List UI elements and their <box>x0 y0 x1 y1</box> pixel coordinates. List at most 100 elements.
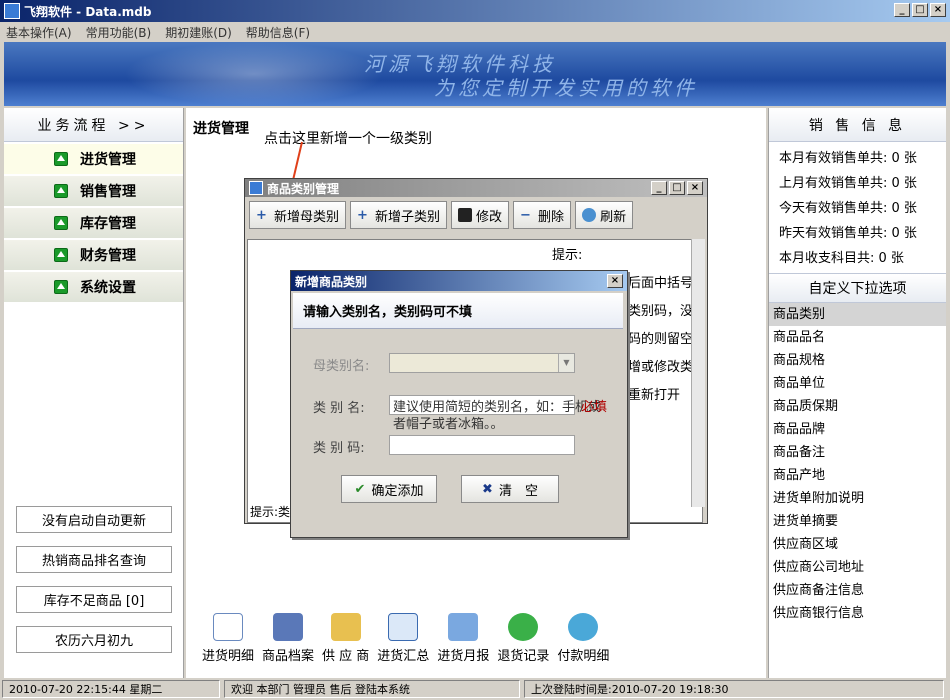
save-icon <box>458 208 473 222</box>
lunar-date-button[interactable]: 农历六月初九 <box>16 626 172 653</box>
dropdown-option[interactable]: 商品质保期 <box>769 395 946 418</box>
right-panel: 销 售 信 息 本月有效销售单共: 0 张 上月有效销售单共: 0 张 今天有效… <box>768 108 946 678</box>
payment-detail-button[interactable]: 付款明细 <box>557 613 609 664</box>
dropdown-option[interactable]: 商品类别 <box>769 303 946 326</box>
low-stock-button[interactable]: 库存不足商品 [0] <box>16 586 172 613</box>
delete-button[interactable]: − 删除 <box>513 201 572 229</box>
purchase-detail-button[interactable]: 进货明细 <box>202 613 254 664</box>
custom-options-list: 商品类别 商品品名 商品规格 商品单位 商品质保期 商品品牌 商品备注 商品产地 进货单附加说明… <box>769 303 946 625</box>
parent-category-select[interactable]: ▼ <box>389 353 575 373</box>
return-record-button[interactable]: 退货记录 <box>497 613 549 664</box>
status-bar: 2010-07-20 22:15:44 星期二 欢迎 本部门 管理员 售后 登陆… <box>0 678 950 700</box>
dropdown-option[interactable]: 进货单摘要 <box>769 510 946 533</box>
banner-decoration <box>124 42 384 106</box>
supplier-button[interactable]: 供 应 商 <box>322 613 369 664</box>
dialog-titlebar: 新增商品类别 <box>291 271 627 291</box>
dialog-close-button[interactable]: × <box>607 274 623 288</box>
add-category-dialog: 新增商品类别 × 请输入类别名，类别码可不填 母类别名: ▼ 类 别 名: 建议… <box>290 270 628 538</box>
purchase-summary-button[interactable]: 进货汇总 <box>377 613 429 664</box>
dropdown-option[interactable]: 供应商备注信息 <box>769 579 946 602</box>
ledger-this-month: 本月收支科目共: 0 张 <box>779 251 904 266</box>
purchase-monthly-button[interactable]: 进货月报 <box>437 613 489 664</box>
dropdown-option[interactable]: 商品品名 <box>769 326 946 349</box>
menu-bar: 基本操作(A) 常用功能(B) 期初建账(D) 帮助信息(F) <box>0 22 950 42</box>
nav-purchase[interactable]: 进货管理 <box>4 144 183 174</box>
dropdown-option[interactable]: 商品备注 <box>769 441 946 464</box>
window-title: 飞翔软件 - Data.mdb <box>24 4 152 19</box>
up-arrow-icon <box>54 280 68 294</box>
close-button[interactable]: × <box>687 181 703 195</box>
maximize-button[interactable]: □ <box>912 3 928 17</box>
menu-basic-ops[interactable]: 基本操作(A) <box>6 24 72 41</box>
x-icon: ✖ <box>482 481 493 497</box>
dropdown-option[interactable]: 商品单位 <box>769 372 946 395</box>
required-marker: 必填 <box>581 400 608 415</box>
app-icon <box>249 181 263 195</box>
tools-icon <box>273 613 304 641</box>
dropdown-option[interactable]: 商品品牌 <box>769 418 946 441</box>
refresh-icon <box>582 208 597 222</box>
nav-inventory[interactable]: 库存管理 <box>4 208 183 238</box>
dropdown-option[interactable]: 商品规格 <box>769 349 946 372</box>
hierarchy-icon <box>448 613 479 641</box>
auto-update-button[interactable]: 没有启动自动更新 <box>16 506 172 533</box>
category-name-placeholder: 建议使用简短的类别名，如：手机或者帽子或者冰箱。。 <box>393 400 602 432</box>
chevron-down-icon: ▼ <box>558 354 574 372</box>
plus-icon: + <box>256 208 267 223</box>
category-name-label: 类 别 名: <box>313 401 365 416</box>
up-arrow-icon <box>54 184 68 198</box>
dropdown-option[interactable]: 供应商银行信息 <box>769 602 946 625</box>
menu-opening-setup[interactable]: 期初建账(D) <box>165 24 232 41</box>
quick-tools: 进货明细 商品档案 供 应 商 进货汇总 进货月报 退货记录 付款明细 <box>186 600 766 678</box>
category-toolbar: + 新增母类别 + 新增子类别 修改 − 删除 刷新 <box>249 201 634 235</box>
list-icon <box>213 613 243 641</box>
check-icon: ✔ <box>354 481 366 497</box>
custom-dropdown-title: 自定义下拉选项 <box>769 273 946 303</box>
edit-button[interactable]: 修改 <box>451 201 510 229</box>
category-code-label: 类 别 码: <box>313 441 365 456</box>
parent-category-label: 母类别名: <box>313 359 370 374</box>
dropdown-option[interactable]: 商品产地 <box>769 464 946 487</box>
product-archive-button[interactable]: 商品档案 <box>262 613 314 664</box>
up-arrow-icon <box>54 248 68 262</box>
sales-info: 本月有效销售单共: 0 张 上月有效销售单共: 0 张 今天有效销售单共: 0 … <box>769 142 946 271</box>
nav-sales[interactable]: 销售管理 <box>4 176 183 206</box>
flow-title[interactable]: 业务流程 >> <box>4 108 183 142</box>
return-icon <box>508 613 539 641</box>
minimize-button[interactable]: _ <box>894 3 910 17</box>
people-icon <box>330 613 361 641</box>
menu-common-functions[interactable]: 常用功能(B) <box>86 24 152 41</box>
maximize-button[interactable]: □ <box>669 181 685 195</box>
status-last-login: 上次登陆时间是: 2010-07-20 19:18:30 <box>524 680 944 698</box>
sales-last-month: 上月有效销售单共: 0 张 <box>779 176 917 191</box>
title-bar: 飞翔软件 - Data.mdb _ □ × <box>0 0 950 22</box>
category-status: 提示:类 <box>250 505 291 519</box>
refresh-button[interactable]: 刷新 <box>575 201 634 229</box>
nav-settings[interactable]: 系统设置 <box>4 272 183 302</box>
minimize-button[interactable]: _ <box>651 181 667 195</box>
dropdown-option[interactable]: 供应商区域 <box>769 533 946 556</box>
plus-icon: + <box>357 208 368 223</box>
dropdown-option[interactable]: 进货单附加说明 <box>769 487 946 510</box>
up-arrow-icon <box>54 216 68 230</box>
banner: 河源飞翔软件科技 为您定制开发实用的软件 <box>4 42 946 106</box>
dialog-header: 请输入类别名，类别码可不填 <box>293 293 623 329</box>
close-button[interactable]: × <box>930 3 946 17</box>
sales-today: 今天有效销售单共: 0 张 <box>779 201 917 216</box>
globe-icon <box>568 613 599 641</box>
nav-finance[interactable]: 财务管理 <box>4 240 183 270</box>
add-parent-category-button[interactable]: + 新增母类别 <box>249 201 347 229</box>
banner-slogan: 为您定制开发实用的软件 <box>434 76 698 100</box>
up-arrow-icon <box>54 152 68 166</box>
confirm-add-button[interactable]: ✔ 确定添加 <box>341 475 437 503</box>
status-welcome: 欢迎 本部门 管理员 售后 登陆本系统 <box>224 680 520 698</box>
category-code-input[interactable] <box>389 435 575 455</box>
clear-button[interactable]: ✖ 清 空 <box>461 475 559 503</box>
hot-products-button[interactable]: 热销商品排名查询 <box>16 546 172 573</box>
menu-help[interactable]: 帮助信息(F) <box>246 24 310 41</box>
dropdown-option[interactable]: 供应商公司地址 <box>769 556 946 579</box>
scrollbar[interactable] <box>691 239 705 507</box>
add-child-category-button[interactable]: + 新增子类别 <box>350 201 448 229</box>
app-icon <box>4 3 20 19</box>
section-title: 进货管理 <box>193 121 249 137</box>
